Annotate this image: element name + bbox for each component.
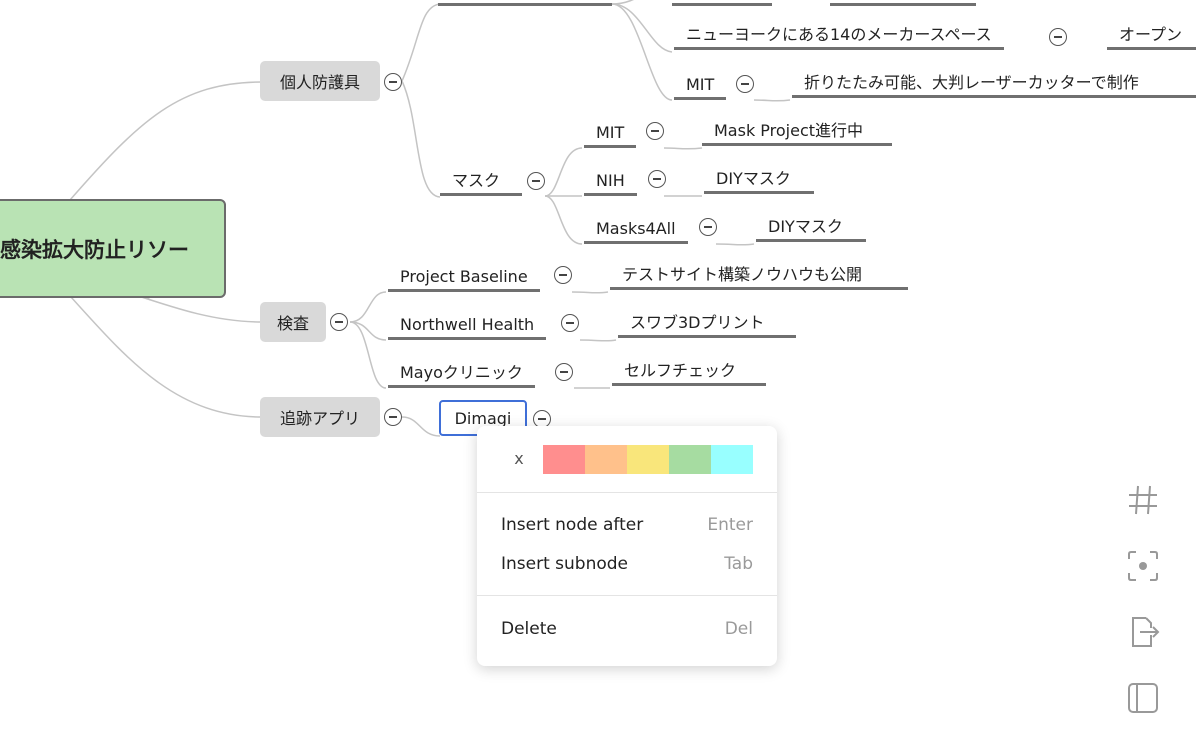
root-node[interactable]: 感染拡大防止リソー xyxy=(0,199,226,298)
menu-item-insert-node-after[interactable]: Insert node after Enter xyxy=(501,510,753,540)
node-mask-mit[interactable]: MIT xyxy=(584,118,637,148)
collapse-icon[interactable] xyxy=(561,314,579,332)
collapse-icon[interactable] xyxy=(330,313,348,331)
node-mayo-clinic[interactable]: Mayoクリニック xyxy=(388,358,535,388)
color-swatch-yellow[interactable] xyxy=(627,445,669,474)
node-mask-masks4all-child[interactable]: DIYマスク xyxy=(756,212,866,242)
color-swatch-cyan[interactable] xyxy=(711,445,753,474)
menu-item-shortcut: Tab xyxy=(724,554,753,574)
node-northwell-health[interactable]: Northwell Health xyxy=(388,310,547,340)
node-nyc-makerspaces[interactable]: ニューヨークにある14のメーカースペース xyxy=(674,20,1004,50)
export-icon[interactable] xyxy=(1126,615,1160,649)
node-northwell-health-child[interactable]: スワブ3Dプリント xyxy=(618,308,796,338)
color-swatch-green[interactable] xyxy=(669,445,711,474)
menu-divider xyxy=(477,492,777,493)
collapse-icon[interactable] xyxy=(736,75,754,93)
collapse-icon[interactable] xyxy=(648,170,666,188)
menu-item-label: Insert subnode xyxy=(501,554,629,574)
color-swatch-red[interactable] xyxy=(543,445,585,474)
node-project-baseline[interactable]: Project Baseline xyxy=(388,262,540,292)
node-ppe-label: 個人防護具 xyxy=(279,73,360,92)
menu-item-insert-subnode[interactable]: Insert subnode Tab xyxy=(501,549,753,579)
partial-node-top-1[interactable] xyxy=(438,0,612,6)
node-nyc-child[interactable]: オープン xyxy=(1107,20,1196,50)
node-mayo-clinic-child[interactable]: セルフチェック xyxy=(612,356,766,386)
menu-item-label: Delete xyxy=(501,619,557,639)
collapse-icon[interactable] xyxy=(646,122,664,140)
node-ppe[interactable]: 個人防護具 xyxy=(260,61,380,101)
collapse-icon[interactable] xyxy=(555,363,573,381)
collapse-icon[interactable] xyxy=(384,73,402,91)
mindmap-canvas[interactable]: 感染拡大防止リソー 個人防護具 検査 追跡アプリ ニューヨークにある14のメーカ… xyxy=(0,0,1196,748)
node-tracking-app[interactable]: 追跡アプリ xyxy=(260,397,380,437)
collapse-icon[interactable] xyxy=(384,408,402,426)
menu-divider xyxy=(477,595,777,596)
collapse-icon[interactable] xyxy=(1049,28,1067,46)
sidebar-toggle-icon[interactable] xyxy=(1126,681,1160,715)
node-context-menu: x Insert node after Enter Insert subnode… xyxy=(477,426,777,666)
node-tracking-app-label: 追跡アプリ xyxy=(279,409,360,428)
node-mask-nih-child[interactable]: DIYマスク xyxy=(704,164,814,194)
collapse-icon[interactable] xyxy=(699,218,717,236)
node-mask-masks4all[interactable]: Masks4All xyxy=(584,214,688,244)
node-dimagi-label: Dimagi xyxy=(454,408,512,428)
menu-item-label: Insert node after xyxy=(501,515,644,535)
menu-item-shortcut: Del xyxy=(724,619,753,639)
close-color-button[interactable]: x xyxy=(507,448,531,470)
node-mit-top-child[interactable]: 折りたたみ可能、大判レーザーカッターで制作 xyxy=(792,68,1196,98)
menu-item-shortcut: Enter xyxy=(707,515,753,535)
node-mask-nih[interactable]: NIH xyxy=(584,166,637,196)
node-mask[interactable]: マスク xyxy=(440,166,522,196)
node-testing[interactable]: 検査 xyxy=(260,302,326,342)
focus-center-icon[interactable] xyxy=(1126,549,1160,583)
root-node-label: 感染拡大防止リソー xyxy=(0,237,189,262)
partial-node-top-3[interactable] xyxy=(830,0,976,6)
node-project-baseline-child[interactable]: テストサイト構築ノウハウも公開 xyxy=(610,260,908,290)
node-mask-mit-child[interactable]: Mask Project進行中 xyxy=(702,116,892,146)
menu-item-delete[interactable]: Delete Del xyxy=(501,614,753,644)
collapse-icon[interactable] xyxy=(527,172,545,190)
node-mit-top[interactable]: MIT xyxy=(674,70,727,100)
grid-icon[interactable] xyxy=(1126,483,1160,517)
partial-node-top-2[interactable] xyxy=(672,0,772,6)
collapse-icon[interactable] xyxy=(554,266,572,284)
color-swatch-orange[interactable] xyxy=(585,445,627,474)
node-testing-label: 検査 xyxy=(276,314,309,333)
